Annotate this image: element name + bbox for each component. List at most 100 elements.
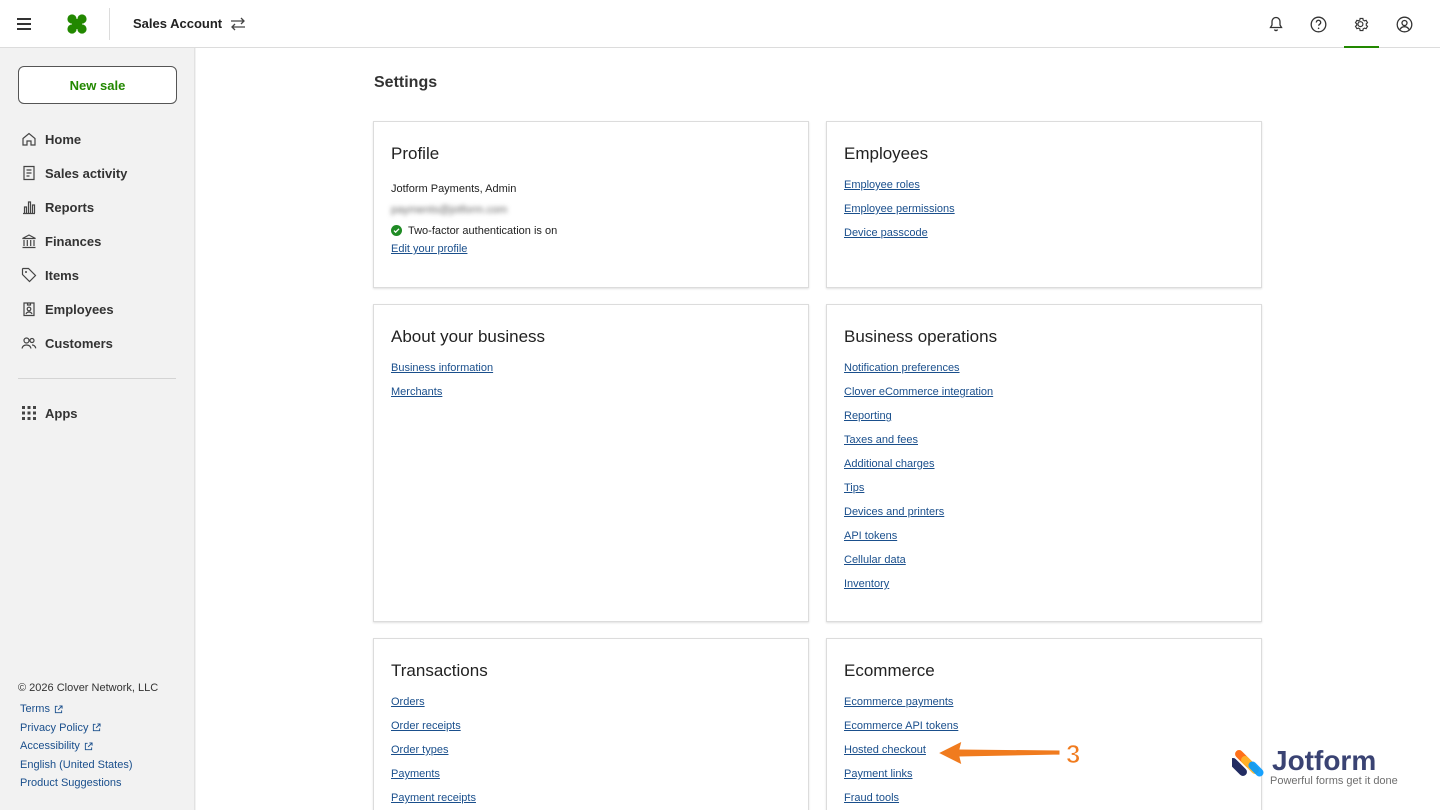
fraud-tools-link[interactable]: Fraud tools: [844, 791, 1244, 810]
settings-button[interactable]: [1340, 0, 1383, 49]
profile-name: Jotform Payments, Admin: [391, 182, 517, 195]
two-factor-text: Two-factor authentication is on: [408, 224, 558, 237]
card-title: About your business: [391, 327, 546, 346]
help-icon: [1310, 16, 1327, 32]
copyright-text: © 2026 Clover Network, LLC: [18, 682, 159, 694]
bell-icon: [1268, 16, 1283, 32]
sidebar-item-home[interactable]: Home: [0, 122, 195, 156]
inventory-link[interactable]: Inventory: [844, 577, 1244, 601]
sidebar-item-label: Customers: [45, 335, 113, 351]
accessibility-link[interactable]: Accessibility: [20, 737, 158, 756]
sidebar-item-customers[interactable]: Customers: [0, 326, 195, 360]
account-icon: [1396, 16, 1413, 32]
privacy-policy-link[interactable]: Privacy Policy: [20, 719, 158, 738]
device-passcode-link[interactable]: Device passcode: [844, 226, 1244, 250]
account-button[interactable]: [1383, 0, 1426, 48]
merchants-link[interactable]: Merchants: [391, 385, 791, 409]
page-title: Settings: [374, 74, 438, 91]
bank-icon: [22, 234, 36, 249]
header-divider: [109, 8, 110, 40]
new-sale-button[interactable]: New sale: [18, 66, 177, 104]
home-icon: [22, 132, 36, 146]
cellular-data-link[interactable]: Cellular data: [844, 553, 1244, 577]
jotform-logo-icon: [1232, 750, 1264, 777]
sidebar-item-label: Items: [45, 267, 79, 283]
sidebar-item-items[interactable]: Items: [0, 258, 195, 292]
sidebar-item-reports[interactable]: Reports: [0, 190, 195, 224]
sidebar: New sale Home Sales activity Reports Fin…: [0, 48, 195, 810]
header-actions: [1254, 0, 1426, 49]
business-operations-card: Business operations Notification prefere…: [826, 304, 1262, 622]
business-information-link[interactable]: Business information: [391, 361, 791, 385]
check-circle-icon: [391, 225, 402, 236]
devices-and-printers-link[interactable]: Devices and printers: [844, 505, 1244, 529]
gear-icon: [1354, 17, 1369, 31]
edit-profile-link[interactable]: Edit your profile: [391, 243, 791, 255]
account-name: Sales Account: [133, 16, 223, 31]
sidebar-item-finances[interactable]: Finances: [0, 224, 195, 258]
card-title: Employees: [844, 144, 929, 163]
external-link-icon: [84, 742, 93, 750]
sidebar-nav: Home Sales activity Reports Finances Ite…: [0, 122, 195, 360]
reporting-link[interactable]: Reporting: [844, 409, 1244, 433]
product-suggestions-link[interactable]: Product Suggestions: [20, 774, 158, 793]
payment-links-link[interactable]: Payment links: [844, 767, 1244, 791]
business-operations-links: Notification preferences Clover eCommerc…: [844, 361, 1244, 601]
card-title: Profile: [391, 144, 440, 163]
accessibility-link-label: Accessibility: [20, 740, 80, 753]
language-link-label: English (United States): [20, 758, 133, 771]
card-title: Business operations: [844, 327, 998, 346]
taxes-and-fees-link[interactable]: Taxes and fees: [844, 433, 1244, 457]
apps-grid-icon: [22, 406, 36, 420]
profile-email: payments@jotform.com: [391, 203, 508, 216]
about-business-card: About your business Business information…: [373, 304, 809, 622]
sidebar-item-apps[interactable]: Apps: [0, 396, 195, 430]
additional-charges-link[interactable]: Additional charges: [844, 457, 1244, 481]
jotform-brand: Jotform: [1272, 745, 1376, 776]
orders-link[interactable]: Orders: [391, 695, 791, 719]
ecommerce-payments-link[interactable]: Ecommerce payments: [844, 695, 1244, 719]
payments-link[interactable]: Payments: [391, 767, 791, 791]
bar-chart-icon: [23, 201, 36, 215]
menu-icon[interactable]: [14, 12, 36, 36]
sidebar-item-label: Apps: [45, 405, 78, 421]
employee-roles-link[interactable]: Employee roles: [844, 178, 1244, 202]
sidebar-item-employees[interactable]: Employees: [0, 292, 195, 326]
language-link[interactable]: English (United States): [20, 756, 158, 775]
badge-icon: [23, 302, 35, 317]
jotform-watermark: Jotform Powerful forms get it done: [1232, 745, 1398, 787]
two-factor-status: Two-factor authentication is on: [391, 220, 791, 241]
step-number: 3: [1066, 739, 1080, 768]
step-annotation: 3: [936, 739, 1081, 768]
receipt-icon: [23, 165, 35, 181]
employees-card: Employees Employee roles Employee permis…: [826, 121, 1262, 288]
card-title: Ecommerce: [844, 661, 935, 680]
card-title: Transactions: [391, 661, 488, 680]
sidebar-item-sales-activity[interactable]: Sales activity: [0, 156, 195, 190]
about-business-links: Business information Merchants: [391, 361, 791, 409]
order-receipts-link[interactable]: Order receipts: [391, 719, 791, 743]
notification-preferences-link[interactable]: Notification preferences: [844, 361, 1244, 385]
api-tokens-link[interactable]: API tokens: [844, 529, 1244, 553]
transactions-card: Transactions Orders Order receipts Order…: [373, 638, 809, 810]
transactions-links: Orders Order receipts Order types Paymen…: [391, 695, 791, 810]
clover-ecommerce-integration-link[interactable]: Clover eCommerce integration: [844, 385, 1244, 409]
help-button[interactable]: [1297, 0, 1340, 48]
external-link-icon: [93, 723, 102, 732]
people-icon: [21, 337, 37, 349]
ecommerce-card: Ecommerce Ecommerce payments Ecommerce A…: [826, 638, 1262, 810]
main-content: Settings Profile Jotform Payments, Admin…: [196, 48, 1440, 810]
employee-permissions-link[interactable]: Employee permissions: [844, 202, 1244, 226]
order-types-link[interactable]: Order types: [391, 743, 791, 767]
product-suggestions-link-label: Product Suggestions: [20, 777, 122, 790]
sidebar-item-label: Sales activity: [45, 165, 128, 181]
terms-link[interactable]: Terms: [20, 700, 158, 719]
profile-card: Profile Jotform Payments, Admin payments…: [373, 121, 809, 288]
payment-receipts-link[interactable]: Payment receipts: [391, 791, 791, 810]
clover-logo[interactable]: [66, 13, 88, 35]
tips-link[interactable]: Tips: [844, 481, 1244, 505]
employees-links: Employee roles Employee permissions Devi…: [844, 178, 1244, 250]
notifications-button[interactable]: [1254, 0, 1297, 48]
account-switcher[interactable]: Sales Account: [133, 16, 246, 31]
sidebar-item-label: Reports: [45, 199, 95, 215]
